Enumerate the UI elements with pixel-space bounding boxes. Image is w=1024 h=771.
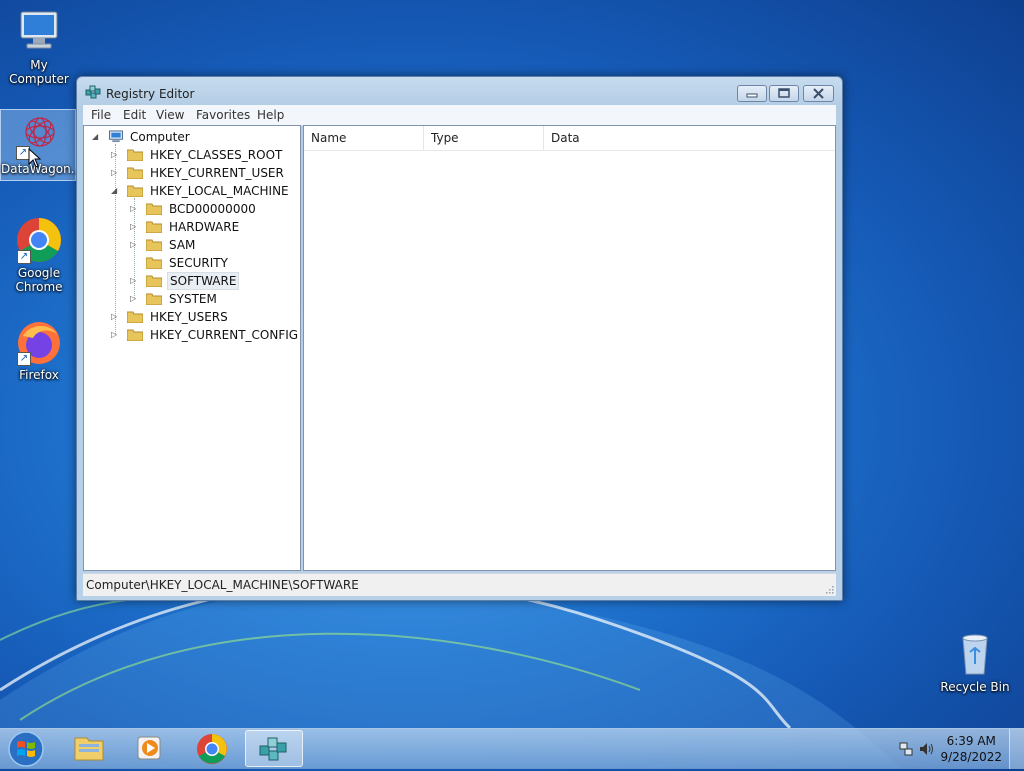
column-header-data[interactable]: Data [544, 126, 833, 150]
expand-arrow-icon[interactable]: ▷ [130, 200, 140, 218]
shortcut-arrow-icon: ↗ [17, 352, 31, 366]
tree-node-label: HKEY_CLASSES_ROOT [150, 148, 283, 162]
menu-file[interactable]: File [91, 108, 111, 122]
chrome-icon [197, 734, 227, 764]
minimize-button[interactable] [737, 85, 767, 102]
desktop-icon-google-chrome[interactable]: ↗ Google Chrome [2, 216, 76, 294]
taskbar-chrome[interactable] [183, 730, 241, 767]
clock-date: 9/28/2022 [940, 750, 1002, 764]
start-button[interactable] [6, 730, 46, 768]
folder-icon [146, 293, 162, 305]
clock[interactable]: 6:39 AM 9/28/2022 [940, 733, 1002, 765]
resize-grip-icon[interactable] [824, 584, 834, 594]
expand-arrow-icon[interactable]: ▷ [130, 236, 140, 254]
registry-values-pane[interactable]: Name Type Data [303, 125, 836, 571]
registry-tree-pane[interactable]: ◢ Computer ▷ HKEY_CLASSES_ROOT ▷ HKEY_CU… [83, 125, 301, 571]
close-icon [813, 88, 824, 99]
minimize-icon [746, 93, 758, 98]
desktop-icon-my-computer[interactable]: My Computer [2, 8, 76, 86]
folder-open-icon [127, 185, 143, 197]
maximize-icon [778, 88, 790, 98]
firefox-icon: ↗ [15, 318, 63, 366]
system-tray: 6:39 AM 9/28/2022 [884, 729, 1024, 769]
windows-logo-icon [8, 731, 44, 767]
menu-view[interactable]: View [156, 108, 184, 122]
maximize-button[interactable] [769, 85, 799, 102]
menu-help[interactable]: Help [257, 108, 284, 122]
close-button[interactable] [803, 85, 834, 102]
desktop-icon-datawagon[interactable]: ↗ DataWagon... [0, 109, 82, 181]
taskbar-media-player[interactable] [121, 730, 179, 767]
folder-icon [146, 275, 162, 287]
folder-icon [146, 221, 162, 233]
tree-node-label: SYSTEM [169, 292, 217, 306]
network-icon[interactable] [898, 741, 914, 757]
folder-icon [146, 203, 162, 215]
tree-node-label: HARDWARE [169, 220, 240, 234]
desktop-icon-label: Google Chrome [15, 266, 63, 294]
registry-editor-icon [85, 85, 101, 99]
tree-node-label: BCD00000000 [169, 202, 256, 216]
collapse-arrow-icon[interactable]: ◢ [111, 182, 121, 200]
expand-arrow-icon[interactable]: ▷ [130, 272, 140, 290]
folder-icon [146, 257, 162, 269]
desktop-icon-label: My Computer [9, 58, 69, 86]
collapse-arrow-icon[interactable]: ◢ [92, 128, 102, 146]
desktop-icon-label: Recycle Bin [940, 680, 1010, 694]
expand-arrow-icon[interactable]: ▷ [130, 290, 140, 308]
media-player-icon [137, 736, 161, 760]
computer-icon [109, 130, 123, 143]
window-title: Registry Editor [106, 87, 195, 101]
folder-icon [127, 149, 143, 161]
show-desktop-button[interactable] [1009, 729, 1024, 769]
tree-node-label: SAM [169, 238, 196, 252]
folder-icon [146, 239, 162, 251]
expand-arrow-icon[interactable]: ▷ [130, 218, 140, 236]
registry-editor-icon [259, 737, 287, 761]
file-explorer-icon [74, 737, 104, 761]
column-header-name[interactable]: Name [304, 126, 424, 150]
tree-node-label: SECURITY [169, 256, 228, 270]
tree-node-label: Computer [130, 130, 190, 144]
mouse-cursor-icon [28, 148, 42, 168]
expand-arrow-icon[interactable]: ▷ [111, 164, 121, 182]
chrome-icon: ↗ [15, 216, 63, 264]
registry-editor-window[interactable]: Registry Editor File Edit View Favorites… [76, 76, 843, 601]
menu-bar: File Edit View Favorites Help [83, 105, 836, 126]
desktop-icon-recycle-bin[interactable]: Recycle Bin [938, 630, 1012, 694]
tree-node-label: SOFTWARE [167, 272, 240, 290]
expand-arrow-icon[interactable]: ▷ [111, 308, 121, 326]
column-header-type[interactable]: Type [424, 126, 544, 150]
expand-arrow-icon[interactable]: ▷ [111, 326, 121, 344]
header-divider [304, 150, 835, 151]
folder-icon [127, 329, 143, 341]
status-bar: Computer\HKEY_LOCAL_MACHINE\SOFTWARE [83, 573, 836, 596]
shortcut-arrow-icon: ↗ [17, 250, 31, 264]
title-bar[interactable]: Registry Editor [77, 77, 842, 105]
menu-favorites[interactable]: Favorites [196, 108, 250, 122]
volume-icon[interactable] [918, 741, 934, 757]
tree-node-label: HKEY_CURRENT_USER [150, 166, 284, 180]
expand-arrow-icon[interactable]: ▷ [111, 146, 121, 164]
desktop-icon-firefox[interactable]: ↗ Firefox [2, 318, 76, 382]
desktop-icon-label: Firefox [19, 368, 59, 382]
computer-icon [15, 8, 63, 56]
clock-time: 6:39 AM [946, 734, 996, 748]
folder-icon [127, 311, 143, 323]
taskbar: 6:39 AM 9/28/2022 [0, 728, 1024, 769]
status-path: Computer\HKEY_LOCAL_MACHINE\SOFTWARE [86, 578, 359, 592]
tree-node-label: HKEY_LOCAL_MACHINE [150, 184, 289, 198]
folder-icon [127, 167, 143, 179]
taskbar-registry-editor[interactable] [245, 730, 303, 767]
recycle-bin-icon [951, 630, 999, 678]
tree-node-label: HKEY_CURRENT_CONFIG [150, 328, 299, 342]
menu-edit[interactable]: Edit [123, 108, 146, 122]
taskbar-file-explorer[interactable] [60, 730, 118, 767]
tree-node-label: HKEY_USERS [150, 310, 228, 324]
